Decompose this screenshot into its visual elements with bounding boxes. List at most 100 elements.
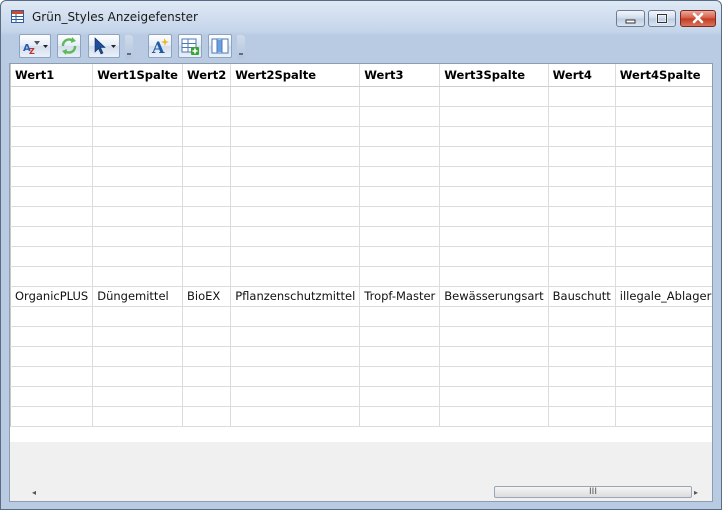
table-cell[interactable] — [439, 106, 549, 127]
table-cell[interactable] — [359, 386, 441, 407]
table-cell[interactable] — [359, 126, 441, 147]
table-cell[interactable] — [230, 366, 361, 387]
table-cell[interactable] — [439, 126, 549, 147]
table-cell[interactable] — [615, 346, 712, 367]
table-cell[interactable] — [359, 186, 441, 207]
minimize-button[interactable] — [616, 10, 645, 27]
table-cell[interactable] — [615, 266, 712, 287]
add-row-button[interactable] — [178, 34, 202, 58]
column-header[interactable]: Wert1Spalte — [92, 64, 183, 87]
table-row[interactable] — [10, 106, 712, 127]
table-cell[interactable]: BioEX — [182, 286, 232, 307]
table-cell[interactable] — [615, 166, 712, 187]
toolbar-overflow-grip[interactable] — [125, 35, 133, 59]
table-cell[interactable] — [92, 106, 183, 127]
table-cell[interactable] — [182, 86, 232, 107]
table-cell[interactable] — [10, 166, 94, 187]
table-cell[interactable] — [439, 266, 549, 287]
table-cell[interactable] — [10, 366, 94, 387]
table-cell[interactable] — [92, 186, 183, 207]
table-row[interactable] — [10, 226, 712, 247]
table-cell[interactable] — [359, 346, 441, 367]
table-cell[interactable] — [92, 266, 183, 287]
table-cell[interactable] — [439, 326, 549, 347]
table-cell[interactable] — [615, 126, 712, 147]
table-cell[interactable] — [230, 146, 361, 167]
table-cell[interactable] — [359, 366, 441, 387]
table-cell[interactable] — [182, 386, 232, 407]
columns-button[interactable] — [208, 34, 232, 58]
table-cell[interactable] — [182, 306, 232, 327]
title-bar[interactable]: Grün_Styles Anzeigefenster — [1, 1, 721, 31]
table-cell[interactable] — [230, 306, 361, 327]
table-cell[interactable] — [615, 86, 712, 107]
table-cell[interactable] — [439, 366, 549, 387]
table-cell[interactable] — [230, 326, 361, 347]
table-cell[interactable]: OrganicPLUS — [10, 286, 94, 307]
table-cell[interactable] — [359, 226, 441, 247]
table-cell[interactable] — [92, 146, 183, 167]
table-row[interactable] — [10, 166, 712, 187]
table-cell[interactable] — [92, 246, 183, 267]
table-cell[interactable] — [182, 346, 232, 367]
table-row[interactable] — [10, 346, 712, 367]
table-cell[interactable] — [182, 326, 232, 347]
table-cell[interactable] — [10, 266, 94, 287]
toolbar-overflow-grip-2[interactable] — [237, 35, 245, 59]
table-cell[interactable] — [548, 146, 616, 167]
table-cell[interactable] — [92, 206, 183, 227]
table-cell[interactable] — [615, 306, 712, 327]
table-row[interactable] — [10, 186, 712, 207]
table-cell[interactable] — [182, 266, 232, 287]
table-cell[interactable] — [359, 266, 441, 287]
table-cell[interactable] — [10, 146, 94, 167]
table-cell[interactable] — [359, 106, 441, 127]
table-cell[interactable] — [615, 186, 712, 207]
table-cell[interactable] — [230, 246, 361, 267]
table-cell[interactable]: illegale_Ablagerungen — [615, 286, 712, 307]
table-cell[interactable] — [182, 206, 232, 227]
table-cell[interactable] — [230, 126, 361, 147]
table-cell[interactable] — [10, 126, 94, 147]
table-cell[interactable] — [230, 406, 361, 427]
table-cell[interactable] — [548, 126, 616, 147]
scroll-right-icon[interactable]: ▸ — [694, 488, 698, 497]
table-row[interactable]: OrganicPLUS Düngemittel BioEX Pflanzenschut… — [10, 286, 712, 307]
table-cell[interactable] — [615, 246, 712, 267]
table-cell[interactable] — [230, 226, 361, 247]
table-cell[interactable] — [230, 386, 361, 407]
table-row[interactable] — [10, 386, 712, 407]
table-row[interactable] — [10, 86, 712, 107]
table-cell[interactable] — [548, 166, 616, 187]
table-cell[interactable] — [439, 406, 549, 427]
maximize-button[interactable] — [648, 10, 676, 27]
table-cell[interactable]: Bewässerungsart — [439, 286, 549, 307]
horizontal-scrollbar[interactable]: ◂ III ▸ — [32, 486, 700, 500]
text-style-button[interactable]: A — [148, 34, 172, 58]
table-cell[interactable] — [439, 386, 549, 407]
table-cell[interactable] — [92, 326, 183, 347]
select-all-corner[interactable] — [10, 64, 11, 87]
table-cell[interactable] — [92, 346, 183, 367]
table-cell[interactable] — [92, 226, 183, 247]
table-cell[interactable]: Tropf-Master — [359, 286, 441, 307]
table-cell[interactable] — [359, 86, 441, 107]
table-cell[interactable] — [92, 306, 183, 327]
column-header[interactable]: Wert2 — [182, 64, 232, 87]
table-cell[interactable] — [548, 226, 616, 247]
table-cell[interactable] — [92, 126, 183, 147]
table-cell[interactable] — [439, 226, 549, 247]
table-cell[interactable] — [439, 186, 549, 207]
table-cell[interactable] — [10, 106, 94, 127]
table-cell[interactable] — [615, 406, 712, 427]
table-cell[interactable] — [92, 166, 183, 187]
close-button[interactable] — [680, 10, 716, 27]
table-cell[interactable] — [439, 306, 549, 327]
table-cell[interactable] — [548, 406, 616, 427]
table-cell[interactable] — [92, 406, 183, 427]
sort-filter-button[interactable]: A Z — [19, 34, 51, 58]
table-row[interactable] — [10, 366, 712, 387]
table-cell[interactable] — [230, 106, 361, 127]
table-cell[interactable]: Pflanzenschutzmittel — [230, 286, 361, 307]
table-cell[interactable] — [182, 166, 232, 187]
